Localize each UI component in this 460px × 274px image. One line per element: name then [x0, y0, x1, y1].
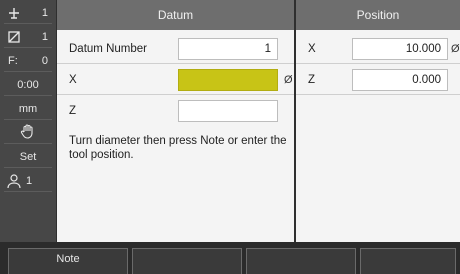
diameter-icon: Ø — [284, 74, 293, 86]
position-x-label: X — [308, 43, 316, 55]
manual-mode-status[interactable] — [4, 122, 52, 144]
units-status[interactable]: mm — [4, 98, 52, 120]
note-softkey[interactable]: Note — [8, 248, 128, 274]
position-z-field[interactable]: 0.000 — [352, 69, 448, 91]
datum-panel: Datum Datum Number 1 X Ø Z Turn diameter… — [57, 0, 294, 242]
datum-z-label: Z — [69, 105, 77, 117]
datum-z-field[interactable] — [178, 100, 278, 122]
position-panel: Position X 10.000 Ø Z 0.000 — [296, 0, 460, 242]
position-panel-title: Position — [296, 0, 460, 30]
feed-label: F: — [8, 54, 18, 67]
time-value: 0:00 — [17, 78, 39, 91]
status-bar: 1 1 F: 0 0:00 mm Set 1 — [0, 0, 56, 242]
stopwatch-status[interactable]: 0:00 — [4, 74, 52, 96]
datum-panel-title: Datum — [57, 0, 294, 30]
softkey-2[interactable] — [132, 248, 242, 274]
tool-icon — [6, 5, 22, 24]
help-text: Turn diameter then press Note or enter t… — [69, 135, 287, 161]
position-z-row: Z 0.000 — [296, 65, 460, 95]
user-number: 1 — [26, 174, 33, 187]
tool-number: 1 — [41, 6, 48, 19]
user-status[interactable]: 1 — [4, 170, 52, 192]
softkey-4[interactable] — [360, 248, 456, 274]
datum-status[interactable]: 1 — [4, 26, 52, 48]
datum-number-field[interactable]: 1 — [178, 38, 278, 60]
softkey-bar: Note — [0, 242, 460, 274]
position-z-label: Z — [308, 74, 316, 86]
datum-number: 1 — [41, 30, 48, 43]
datum-x-row: X Ø — [57, 65, 294, 95]
datum-x-label: X — [69, 74, 77, 86]
datum-x-field[interactable] — [178, 69, 278, 91]
set-label: Set — [19, 150, 37, 163]
position-x-row: X 10.000 Ø — [296, 34, 460, 64]
set-status[interactable]: Set — [4, 146, 52, 168]
datum-icon — [6, 29, 22, 48]
tool-status[interactable]: 1 — [4, 2, 52, 24]
user-icon — [6, 173, 22, 192]
datum-number-label: Datum Number — [69, 43, 147, 55]
feed-status[interactable]: F: 0 — [4, 50, 52, 72]
datum-number-row: Datum Number 1 — [57, 34, 294, 64]
feed-value: 0 — [41, 54, 48, 67]
datum-z-row: Z — [57, 96, 294, 126]
position-x-field[interactable]: 10.000 — [352, 38, 448, 60]
softkey-3[interactable] — [246, 248, 356, 274]
hand-icon — [19, 122, 37, 143]
units-value: mm — [18, 102, 38, 115]
diameter-icon: Ø — [451, 43, 460, 55]
